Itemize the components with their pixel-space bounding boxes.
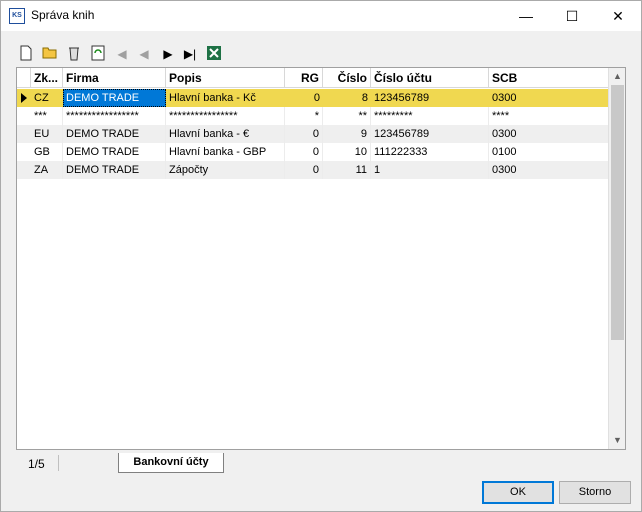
- grid-cell-scb[interactable]: 0300: [489, 125, 609, 143]
- table-row[interactable]: EU DEMO TRADE Hlavní banka - €0 9 123456789 0…: [17, 125, 609, 143]
- table-row[interactable]: CZ DEMO TRADE Hlavní banka - Kč 0 8 123456789…: [17, 89, 609, 107]
- dialog-window: KS Správa knih — ☐ ✕ ◀ ◀ ▶ ▶| Zk... Firm…: [0, 0, 642, 512]
- grid-cell-rg[interactable]: 0: [285, 161, 323, 179]
- row-indicator[interactable]: [17, 161, 31, 179]
- grid-cell-firma[interactable]: DEMO TRADE: [63, 161, 166, 179]
- grid-cell-scb[interactable]: 0300: [489, 89, 609, 107]
- grid-cell-cislo[interactable]: 10: [323, 143, 371, 161]
- grid-cell-cislo[interactable]: 8: [323, 89, 371, 107]
- prev-record-icon[interactable]: ◀: [135, 45, 153, 63]
- open-folder-icon[interactable]: [41, 45, 59, 63]
- new-icon[interactable]: [17, 45, 35, 63]
- first-record-icon[interactable]: ◀: [113, 45, 131, 63]
- status-bar: 1/5 Bankovní účty: [16, 453, 626, 475]
- next-record-icon[interactable]: ▶: [159, 45, 177, 63]
- last-record-icon[interactable]: ▶|: [181, 45, 199, 63]
- refresh-icon[interactable]: [89, 45, 107, 63]
- tab-bankovni-ucty[interactable]: Bankovní účty: [118, 453, 224, 473]
- grid-cell-zk[interactable]: ZA: [31, 161, 63, 179]
- grid-cell-firma[interactable]: DEMO TRADE: [63, 143, 166, 161]
- vertical-scrollbar[interactable]: ▲ ▼: [608, 68, 625, 449]
- status-divider: [58, 455, 59, 471]
- record-counter: 1/5: [28, 457, 45, 471]
- grid-cell-rg[interactable]: 0: [285, 143, 323, 161]
- column-header-rg[interactable]: RG: [285, 68, 323, 88]
- grid-cell-ucet[interactable]: 1: [371, 161, 489, 179]
- table-row[interactable]: ZA DEMO TRADE Zápočty 0 11 1 0300: [17, 161, 609, 179]
- grid-cell-scb[interactable]: ****: [489, 107, 609, 125]
- grid-cell-popis[interactable]: Hlavní banka - GBP: [166, 143, 285, 161]
- grid-cell-cislo[interactable]: 9: [323, 125, 371, 143]
- grid-cell-firma[interactable]: *****************: [63, 107, 166, 125]
- bank-accounts-grid[interactable]: Zk... Firma Popis RG Číslo Číslo účtu SC…: [16, 67, 626, 450]
- column-header-zk[interactable]: Zk...: [31, 68, 63, 88]
- grid-cell-cislo[interactable]: **: [323, 107, 371, 125]
- grid-cell-cislo[interactable]: 11: [323, 161, 371, 179]
- excel-export-icon[interactable]: [205, 45, 223, 63]
- delete-icon[interactable]: [65, 45, 83, 63]
- row-indicator[interactable]: [17, 89, 31, 107]
- grid-cell-popis[interactable]: Hlavní banka - Kč: [166, 89, 285, 107]
- grid-cell-scb[interactable]: 0100: [489, 143, 609, 161]
- table-row[interactable]: *** ***************** **************** * ** *…: [17, 107, 609, 125]
- grid-cell-firma[interactable]: DEMO TRADE: [63, 89, 166, 107]
- column-header-scb[interactable]: SCB: [489, 68, 609, 88]
- row-indicator[interactable]: [17, 143, 31, 161]
- grid-cell-popis[interactable]: ****************: [166, 107, 285, 125]
- app-icon: KS: [9, 8, 25, 24]
- column-header-popis[interactable]: Popis: [166, 68, 285, 88]
- scroll-up-icon[interactable]: ▲: [609, 68, 625, 85]
- current-row-arrow-icon: [21, 93, 27, 103]
- scrollbar-thumb[interactable]: [611, 85, 624, 340]
- title-bar: KS Správa knih — ☐ ✕: [1, 1, 641, 31]
- row-indicator[interactable]: [17, 125, 31, 143]
- grid-header: Zk... Firma Popis RG Číslo Číslo účtu SC…: [17, 68, 609, 88]
- column-header-cislo-uctu[interactable]: Číslo účtu: [371, 68, 489, 88]
- column-header-firma[interactable]: Firma: [63, 68, 166, 88]
- grid-cell-ucet[interactable]: 111222333: [371, 143, 489, 161]
- grid-cell-zk[interactable]: CZ: [31, 89, 63, 107]
- grid-cell-ucet[interactable]: *********: [371, 107, 489, 125]
- grid-cell-zk[interactable]: GB: [31, 143, 63, 161]
- grid-cell-rg[interactable]: *: [285, 107, 323, 125]
- ok-button[interactable]: OK: [482, 481, 554, 504]
- close-button[interactable]: ✕: [595, 1, 641, 31]
- grid-cell-rg[interactable]: 0: [285, 89, 323, 107]
- grid-cell-scb[interactable]: 0300: [489, 161, 609, 179]
- maximize-button[interactable]: ☐: [549, 1, 595, 31]
- minimize-button[interactable]: —: [503, 1, 549, 31]
- header-indicator: [17, 68, 31, 88]
- grid-cell-popis[interactable]: Hlavní banka - €: [166, 125, 285, 143]
- grid-cell-firma[interactable]: DEMO TRADE: [63, 125, 166, 143]
- window-title: Správa knih: [31, 8, 95, 22]
- scroll-down-icon[interactable]: ▼: [609, 432, 625, 449]
- grid-cell-ucet[interactable]: 123456789: [371, 89, 489, 107]
- grid-cell-zk[interactable]: EU: [31, 125, 63, 143]
- grid-cell-ucet[interactable]: 123456789: [371, 125, 489, 143]
- cancel-button[interactable]: Storno: [559, 481, 631, 504]
- row-indicator[interactable]: [17, 107, 31, 125]
- column-header-cislo[interactable]: Číslo: [323, 68, 371, 88]
- grid-cell-zk[interactable]: ***: [31, 107, 63, 125]
- grid-cell-popis[interactable]: Zápočty: [166, 161, 285, 179]
- grid-cell-rg[interactable]: 0: [285, 125, 323, 143]
- table-row[interactable]: GB DEMO TRADE Hlavní banka - GBP 0 10 1112223…: [17, 143, 609, 161]
